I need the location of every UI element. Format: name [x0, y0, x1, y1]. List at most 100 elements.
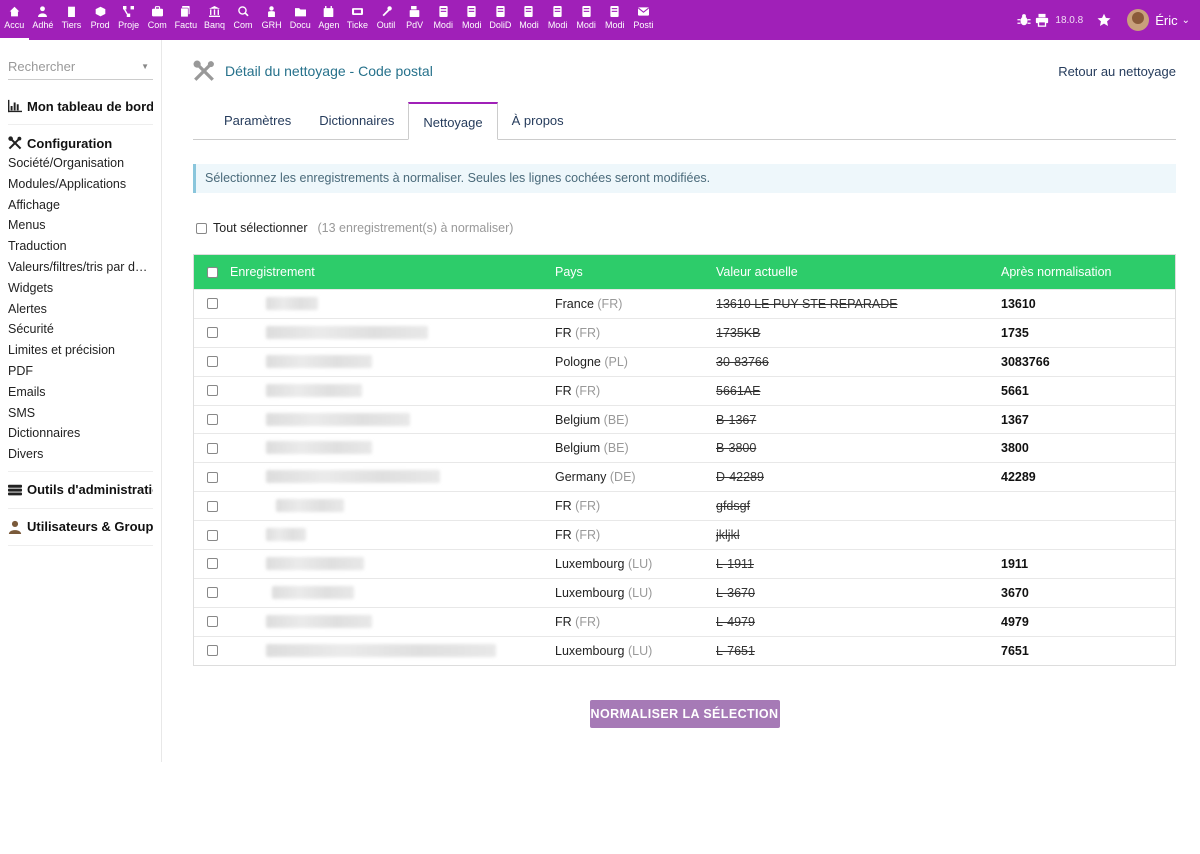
header-country: Pays [555, 265, 583, 279]
record-cell-redacted[interactable] [230, 579, 555, 607]
tab-item[interactable]: Dictionnaires [305, 102, 408, 139]
topnav-item[interactable]: Com [229, 0, 258, 40]
sidebar-subitem[interactable]: Affichage [8, 195, 153, 216]
country-name: Luxembourg [555, 643, 625, 658]
records-table: Enregistrement Pays Valeur actuelle Aprè… [193, 254, 1176, 666]
sidebar-subitem[interactable]: Emails [8, 382, 153, 403]
search-input[interactable]: Rechercher ▼ [8, 54, 153, 80]
topnav-item[interactable]: Modi [429, 0, 458, 40]
record-cell-redacted[interactable] [230, 550, 555, 578]
topnav-item[interactable]: DoliD [486, 0, 515, 40]
sidebar-subitem[interactable]: SMS [8, 403, 153, 424]
topnav-item[interactable]: PdV [400, 0, 429, 40]
sidebar-item-users-groups[interactable]: Utilisateurs & Groupes [8, 509, 153, 545]
star-icon[interactable] [1097, 13, 1111, 27]
avatar[interactable] [1127, 9, 1150, 31]
topnav-item[interactable]: Tiers [57, 0, 86, 40]
topnav-item[interactable]: Banq [200, 0, 229, 40]
user-name[interactable]: Éric [1155, 13, 1177, 28]
topnav-item[interactable]: Accu [0, 0, 29, 40]
sidebar-subitem[interactable]: Modules/Applications [8, 174, 153, 195]
header-checkbox[interactable] [206, 266, 218, 278]
sidebar-item-dashboard[interactable]: Mon tableau de bord [8, 88, 153, 124]
sidebar-subitem[interactable]: Société/Organisation [8, 153, 153, 174]
topnav-item[interactable]: Modi [572, 0, 601, 40]
topnav-item[interactable]: Modi [458, 0, 487, 40]
row-checkbox[interactable] [206, 587, 218, 599]
sidebar-subitem[interactable]: Sécurité [8, 319, 153, 340]
sidebar-subitem[interactable]: Limites et précision [8, 340, 153, 361]
topnav-item[interactable]: Docu [286, 0, 315, 40]
sidebar-subitem[interactable]: Dictionnaires [8, 423, 153, 444]
sidebar-subitem[interactable]: Valeurs/filtres/tris par défaut [8, 257, 153, 278]
record-cell-redacted[interactable] [230, 521, 555, 549]
tab-item[interactable]: À propos [498, 102, 578, 139]
topnav-item[interactable]: Modi [543, 0, 572, 40]
tab-item[interactable]: Nettoyage [408, 102, 498, 140]
topnav-item-label: Prod [90, 20, 110, 30]
person-icon [266, 6, 277, 17]
chevron-down-icon[interactable]: ⌄ [1182, 15, 1190, 26]
record-cell-redacted[interactable] [230, 377, 555, 405]
tab-item[interactable]: Paramètres [210, 102, 305, 139]
row-checkbox[interactable] [206, 500, 218, 512]
sidebar-subitem[interactable]: Widgets [8, 278, 153, 299]
record-cell-redacted[interactable] [230, 406, 555, 434]
sidebar-subitem[interactable]: PDF [8, 361, 153, 382]
sidebar-subitem[interactable]: Menus [8, 215, 153, 236]
dropdown-arrow-icon[interactable]: ▼ [141, 62, 149, 71]
row-checkbox[interactable] [206, 529, 218, 541]
record-cell-redacted[interactable] [230, 319, 555, 347]
sidebar-subitem[interactable]: Alertes [8, 299, 153, 320]
topnav-item[interactable]: Agen [315, 0, 344, 40]
table-row: Belgium (BE) B-1367 1367 [194, 404, 1175, 434]
topnav-item[interactable]: Posti [629, 0, 658, 40]
sidebar-item-admin-tools[interactable]: Outils d'administration [8, 472, 153, 508]
record-cell-redacted[interactable] [230, 492, 555, 520]
row-checkbox[interactable] [206, 616, 218, 628]
bug-icon[interactable] [1017, 13, 1031, 27]
topnav-item[interactable]: Prod [86, 0, 115, 40]
sidebar-subitem[interactable]: Divers [8, 444, 153, 465]
tools-icon [8, 136, 22, 150]
topnav-item-label: PdV [406, 20, 424, 30]
record-cell-redacted[interactable] [230, 637, 555, 665]
row-checkbox[interactable] [206, 645, 218, 657]
normalize-button[interactable]: NORMALISER LA SÉLECTION [589, 699, 780, 728]
record-cell-redacted[interactable] [230, 434, 555, 462]
topnav-item[interactable]: GRH [257, 0, 286, 40]
select-all-checkbox[interactable] [196, 222, 207, 234]
select-all-label[interactable]: Tout sélectionner [213, 221, 308, 235]
topnav-item-label: GRH [261, 20, 282, 30]
row-checkbox[interactable] [206, 385, 218, 397]
topnav-item[interactable]: Ticke [343, 0, 372, 40]
topnav-item[interactable]: Modi [600, 0, 629, 40]
topnav-item-label: Tiers [61, 20, 82, 30]
record-cell-redacted[interactable] [230, 290, 555, 318]
record-cell-redacted[interactable] [230, 463, 555, 491]
row-checkbox[interactable] [206, 414, 218, 425]
topnav-item[interactable]: Outil [372, 0, 401, 40]
row-checkbox[interactable] [206, 442, 218, 454]
topnav-item-label: Com [147, 20, 167, 30]
table-row: France (FR) 13610 LE PUY STE REPARADE 1361… [194, 289, 1175, 318]
country-name: Luxembourg [555, 556, 625, 571]
print-icon[interactable] [1035, 13, 1049, 27]
module-icon [552, 6, 563, 17]
sidebar-subitem[interactable]: Traduction [8, 236, 153, 257]
normalized-value: 1735 [1001, 325, 1029, 340]
topnav-item[interactable]: Proje [114, 0, 143, 40]
folder-icon [294, 6, 306, 17]
record-cell-redacted[interactable] [230, 608, 555, 636]
back-link[interactable]: Retour au nettoyage [1058, 64, 1176, 79]
record-cell-redacted[interactable] [230, 348, 555, 376]
topnav-item[interactable]: Com [143, 0, 172, 40]
row-checkbox[interactable] [206, 298, 218, 310]
row-checkbox[interactable] [206, 327, 218, 339]
topnav-item[interactable]: Adhé [29, 0, 58, 40]
topnav-item[interactable]: Modi [515, 0, 544, 40]
row-checkbox[interactable] [206, 356, 218, 368]
topnav-item[interactable]: Factu [172, 0, 201, 40]
row-checkbox[interactable] [206, 471, 218, 483]
row-checkbox[interactable] [206, 558, 218, 570]
